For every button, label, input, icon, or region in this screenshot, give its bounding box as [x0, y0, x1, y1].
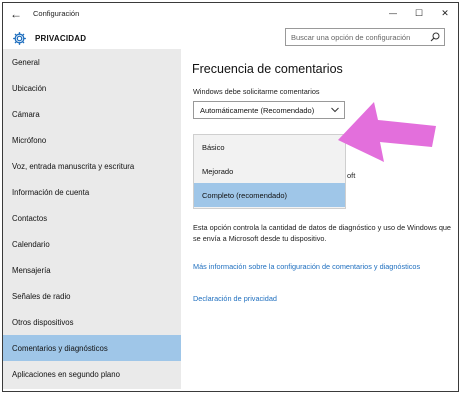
minimize-button[interactable]: —	[380, 3, 406, 24]
page-header: PRIVACIDAD	[3, 24, 458, 52]
close-icon: ✕	[441, 8, 449, 18]
sidebar-item-label: Micrófono	[12, 135, 47, 145]
sidebar-item-label: Información de cuenta	[12, 187, 90, 197]
option-label: Básico	[202, 142, 225, 152]
occluded-text: oft	[347, 171, 356, 180]
search-input[interactable]	[286, 29, 426, 45]
close-button[interactable]: ✕	[432, 3, 458, 24]
section-title: Frecuencia de comentarios	[192, 62, 343, 76]
description-text: Esta opción controla la cantidad de dato…	[193, 223, 451, 243]
option-basico[interactable]: Básico	[194, 135, 345, 159]
sidebar-item-label: Ubicación	[12, 83, 47, 93]
sidebar-item-label: Voz, entrada manuscrita y escritura	[12, 161, 135, 171]
frequency-select[interactable]: Automáticamente (Recomendado)	[193, 101, 345, 119]
option-completo[interactable]: Completo (recomendado)	[194, 183, 345, 207]
option-label: Mejorado	[202, 166, 234, 176]
annotation-arrow-icon	[338, 102, 436, 162]
page-title: PRIVACIDAD	[35, 33, 87, 43]
more-info-link[interactable]: Más información sobre la configuración d…	[193, 262, 433, 273]
option-label: Completo (recomendado)	[202, 190, 288, 200]
settings-window: ← Configuración — ☐ ✕ PRIVACIDAD Buscar …	[2, 2, 459, 392]
title-bar: ← Configuración — ☐ ✕	[3, 3, 458, 24]
maximize-icon: ☐	[414, 8, 424, 18]
sidebar-item-label: Comentarios y diagnósticos	[12, 343, 108, 353]
sidebar-item-label: Mensajería	[12, 265, 51, 275]
frequency-select-value: Automáticamente (Recomendado)	[200, 105, 315, 115]
sidebar-item-voz[interactable]: Voz, entrada manuscrita y escritura	[3, 153, 181, 179]
sidebar-item-label: Contactos	[12, 213, 48, 223]
frequency-label: Windows debe solicitarme comentarios	[193, 87, 320, 96]
diagnostic-level-dropdown: Básico Mejorado Completo (recomendado)	[193, 134, 346, 209]
sidebar-item-mensajeria[interactable]: Mensajería	[3, 257, 181, 283]
back-button[interactable]: ←	[3, 3, 29, 24]
sidebar-item-contactos[interactable]: Contactos	[3, 205, 181, 231]
search-icon[interactable]	[430, 32, 440, 42]
sidebar-item-label: General	[12, 57, 40, 67]
sidebar-item-label: Cámara	[12, 109, 40, 119]
sidebar-item-ubicacion[interactable]: Ubicación	[3, 75, 181, 101]
window-controls: — ☐ ✕	[380, 3, 458, 24]
window-title: Configuración	[33, 9, 80, 18]
sidebar-item-general[interactable]: General	[3, 49, 181, 75]
search-box[interactable]	[285, 28, 445, 46]
sidebar-item-senales-radio[interactable]: Señales de radio	[3, 283, 181, 309]
sidebar-item-label: Otros dispositivos	[12, 317, 74, 327]
sidebar-item-aplicaciones-segundo-plano[interactable]: Aplicaciones en segundo plano	[3, 361, 181, 387]
privacy-statement-link[interactable]: Declaración de privacidad	[193, 294, 433, 305]
sidebar-item-comentarios-diagnosticos[interactable]: Comentarios y diagnósticos	[3, 335, 181, 361]
back-arrow-icon: ←	[10, 6, 22, 21]
sidebar-item-label: Aplicaciones en segundo plano	[12, 369, 120, 379]
sidebar-item-label: Calendario	[12, 239, 50, 249]
sidebar-item-otros-dispositivos[interactable]: Otros dispositivos	[3, 309, 181, 335]
sidebar-item-informacion-cuenta[interactable]: Información de cuenta	[3, 179, 181, 205]
sidebar: General Ubicación Cámara Micrófono Voz, …	[3, 49, 181, 389]
gear-icon	[11, 30, 27, 46]
option-mejorado[interactable]: Mejorado	[194, 159, 345, 183]
sidebar-item-label: Señales de radio	[12, 291, 71, 301]
sidebar-item-camara[interactable]: Cámara	[3, 101, 181, 127]
minimize-icon: —	[389, 9, 397, 18]
sidebar-item-calendario[interactable]: Calendario	[3, 231, 181, 257]
maximize-button[interactable]: ☐	[406, 3, 432, 24]
sidebar-item-microfono[interactable]: Micrófono	[3, 127, 181, 153]
